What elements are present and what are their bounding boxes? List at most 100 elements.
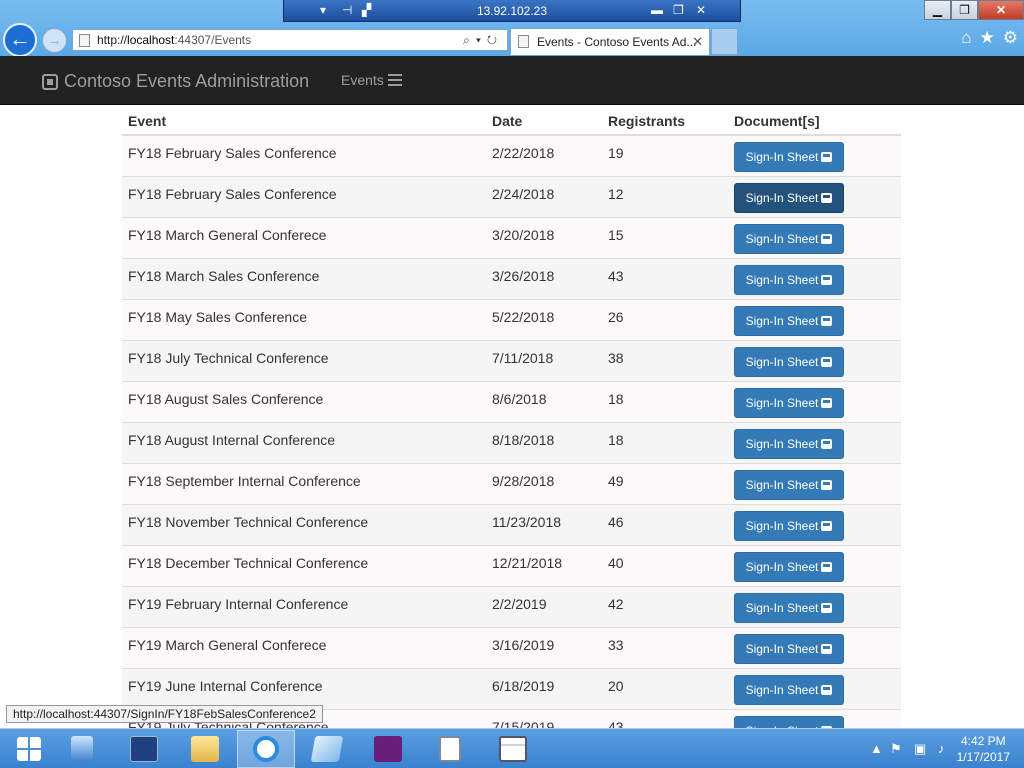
event-date: 2/2/2019 bbox=[486, 585, 602, 627]
event-date: 8/6/2018 bbox=[486, 380, 602, 422]
sign-in-sheet-button[interactable]: Sign-In Sheet bbox=[734, 223, 844, 254]
window-controls: ▁ ❐ ✕ bbox=[924, 0, 1024, 20]
sign-in-sheet-label: Sign-In Sheet bbox=[745, 272, 819, 287]
event-documents: Sign-In Sheet bbox=[728, 544, 901, 586]
forward-button[interactable]: → bbox=[42, 28, 67, 53]
printer-icon bbox=[821, 520, 833, 531]
network-icon[interactable]: ▣ bbox=[914, 741, 926, 757]
sign-in-sheet-label: Sign-In Sheet bbox=[745, 518, 819, 533]
tab-events[interactable]: Events - Contoso Events Ad... ✕ bbox=[510, 28, 710, 55]
event-name: FY18 December Technical Conference bbox=[122, 544, 486, 586]
table-row: FY19 February Internal Conference 2/2/201… bbox=[122, 585, 901, 627]
table-row: FY18 February Sales Conference 2/24/2018 1… bbox=[122, 175, 901, 217]
system-tray: ▲ ⚑ ▣ ♪ 4:42 PM 1/17/2017 bbox=[844, 729, 1024, 768]
sign-in-sheet-button[interactable]: Sign-In Sheet bbox=[734, 346, 844, 377]
taskbar-file-explorer[interactable] bbox=[176, 730, 234, 768]
event-name: FY18 March Sales Conference bbox=[122, 257, 486, 299]
event-date: 7/15/2019 bbox=[486, 708, 602, 728]
event-registrants: 46 bbox=[602, 503, 728, 545]
sign-in-sheet-label: Sign-In Sheet bbox=[745, 477, 819, 492]
tab-close-icon[interactable]: ✕ bbox=[692, 29, 703, 55]
sign-in-sheet-button[interactable]: Sign-In Sheet bbox=[734, 469, 844, 500]
event-documents: Sign-In Sheet bbox=[728, 421, 901, 463]
remote-desktop-bar: ▾ ⊣ ▞ 13.92.102.23 ▬ ❐ ✕ bbox=[283, 0, 741, 22]
remote-host: 13.92.102.23 bbox=[476, 4, 548, 18]
start-button[interactable] bbox=[0, 730, 58, 768]
printer-icon bbox=[821, 643, 833, 654]
event-name: FY19 June Internal Conference bbox=[122, 667, 486, 709]
table-row: FY19 June Internal Conference 6/18/2019 20… bbox=[122, 667, 901, 709]
event-name: FY19 March General Conferece bbox=[122, 626, 486, 668]
sign-in-sheet-button[interactable]: Sign-In Sheet bbox=[734, 264, 844, 295]
event-registrants: 33 bbox=[602, 626, 728, 668]
url-scheme: http:// bbox=[97, 33, 128, 47]
sign-in-sheet-button[interactable]: Sign-In Sheet bbox=[734, 142, 844, 172]
restore-button[interactable]: ❐ bbox=[951, 0, 978, 20]
printer-icon bbox=[821, 315, 833, 326]
minimize-button[interactable]: ▁ bbox=[924, 0, 951, 20]
event-registrants: 19 bbox=[602, 134, 728, 176]
show-hidden-icons-icon[interactable]: ▲ bbox=[870, 741, 883, 756]
event-date: 9/28/2018 bbox=[486, 462, 602, 504]
internet-explorer-icon bbox=[253, 736, 279, 762]
taskbar-internet-explorer[interactable] bbox=[237, 730, 295, 768]
home-icon[interactable]: ⌂ bbox=[961, 28, 971, 48]
taskbar-notepad[interactable] bbox=[298, 730, 356, 768]
star-icon[interactable]: ★ bbox=[980, 28, 995, 48]
gear-icon[interactable]: ⚙ bbox=[1003, 28, 1018, 48]
event-date: 2/22/2018 bbox=[486, 134, 602, 176]
url-host: localhost bbox=[127, 33, 175, 47]
chevron-down-icon[interactable]: ▾ bbox=[476, 33, 487, 47]
event-documents: Sign-In Sheet bbox=[728, 175, 901, 217]
event-documents: Sign-In Sheet bbox=[728, 626, 901, 668]
sign-in-sheet-button[interactable]: Sign-In Sheet bbox=[734, 633, 844, 664]
table-row: FY18 May Sales Conference 5/22/2018 26 Sign… bbox=[122, 298, 901, 340]
refresh-icon[interactable]: ↻ bbox=[487, 33, 503, 47]
taskbar-server-manager[interactable] bbox=[53, 730, 111, 768]
brand-link[interactable]: Contoso Events Administration bbox=[42, 71, 309, 92]
sign-in-sheet-button[interactable]: Sign-In Sheet bbox=[734, 428, 844, 459]
taskbar-powershell[interactable] bbox=[115, 730, 173, 768]
new-tab-button[interactable] bbox=[711, 28, 738, 55]
back-button[interactable]: ← bbox=[3, 23, 37, 57]
sign-in-sheet-button[interactable]: Sign-In Sheet bbox=[734, 182, 844, 213]
close-button[interactable]: ✕ bbox=[978, 0, 1024, 20]
clock-time: 4:42 PM bbox=[960, 734, 1006, 748]
sign-in-sheet-button[interactable]: Sign-In Sheet bbox=[734, 715, 844, 728]
sign-in-sheet-button[interactable]: Sign-In Sheet bbox=[734, 551, 844, 582]
event-documents: Sign-In Sheet bbox=[728, 585, 901, 627]
nav-events-link[interactable]: Events bbox=[341, 72, 402, 88]
taskbar-visual-studio[interactable] bbox=[359, 730, 417, 768]
taskbar-window-app[interactable] bbox=[484, 730, 542, 768]
sign-in-sheet-button[interactable]: Sign-In Sheet bbox=[734, 305, 844, 336]
sign-in-sheet-label: Sign-In Sheet bbox=[745, 436, 819, 451]
address-bar[interactable]: http://localhost:44307/Events ⌕▾↻ bbox=[72, 29, 508, 51]
event-date: 11/23/2018 bbox=[486, 503, 602, 545]
taskbar-word-document[interactable] bbox=[421, 730, 479, 768]
minimize-icon[interactable]: ▬ bbox=[651, 3, 663, 17]
sign-in-sheet-button[interactable]: Sign-In Sheet bbox=[734, 674, 844, 705]
sign-in-sheet-button[interactable]: Sign-In Sheet bbox=[734, 592, 844, 623]
printer-icon bbox=[821, 561, 833, 572]
sign-in-sheet-label: Sign-In Sheet bbox=[745, 682, 819, 697]
event-name: FY18 September Internal Conference bbox=[122, 462, 486, 504]
search-icon[interactable]: ⌕ bbox=[463, 33, 476, 47]
event-registrants: 43 bbox=[602, 257, 728, 299]
event-date: 3/16/2019 bbox=[486, 626, 602, 668]
table-row: FY18 March Sales Conference 3/26/2018 43 Si… bbox=[122, 257, 901, 299]
restore-icon[interactable]: ❐ bbox=[673, 3, 684, 17]
sign-in-sheet-button[interactable]: Sign-In Sheet bbox=[734, 510, 844, 541]
printer-icon bbox=[821, 479, 833, 490]
volume-muted-icon[interactable]: ♪ bbox=[938, 741, 945, 756]
event-date: 5/22/2018 bbox=[486, 298, 602, 340]
event-name: FY18 August Sales Conference bbox=[122, 380, 486, 422]
sign-in-sheet-button[interactable]: Sign-In Sheet bbox=[734, 387, 844, 418]
clock[interactable]: 4:42 PM 1/17/2017 bbox=[957, 733, 1010, 765]
contoso-logo-icon bbox=[42, 73, 58, 90]
document-icon bbox=[439, 736, 461, 762]
event-date: 6/18/2019 bbox=[486, 667, 602, 709]
event-name: FY18 February Sales Conference bbox=[122, 175, 486, 217]
action-center-icon[interactable]: ⚑ bbox=[890, 741, 902, 757]
event-name: FY18 February Sales Conference bbox=[122, 134, 486, 176]
close-icon[interactable]: ✕ bbox=[696, 3, 706, 17]
